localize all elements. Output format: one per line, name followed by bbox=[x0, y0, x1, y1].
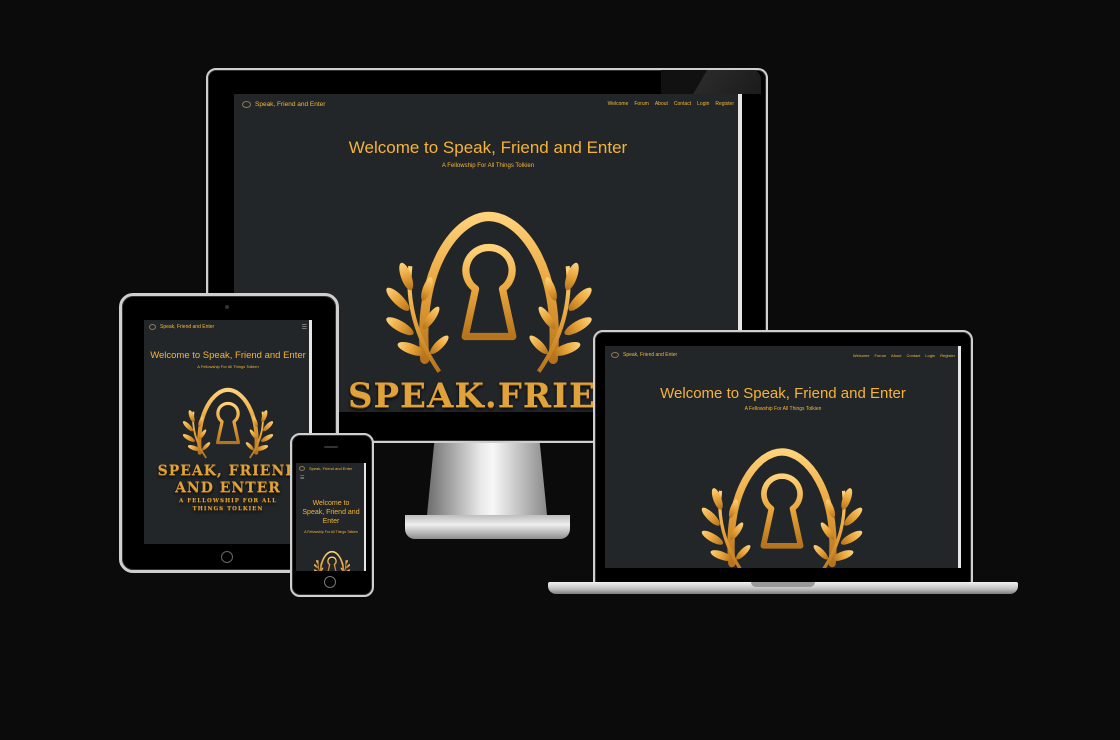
nav-forum[interactable]: Forum bbox=[874, 353, 886, 358]
scrollbar[interactable] bbox=[364, 463, 366, 571]
laptop-screen: Speak, Friend and Enter Welcome Forum Ab… bbox=[605, 346, 961, 568]
brand-name: Speak, Friend and Enter bbox=[160, 324, 215, 330]
phone-device: Speak, Friend and Enter ☰ Welcome to Spe… bbox=[290, 433, 374, 597]
hero-subtitle: A Fellowship For All Things Tolkien bbox=[197, 364, 259, 369]
tablet-brand[interactable]: Speak, Friend and Enter bbox=[149, 324, 214, 330]
hero-title: Welcome to Speak, Friend and Enter bbox=[348, 138, 628, 157]
hamburger-icon[interactable]: ☰ bbox=[302, 324, 307, 331]
hero-title-line2: Speak, Friend and bbox=[302, 509, 360, 516]
phone-navbar: Speak, Friend and Enter bbox=[296, 463, 366, 474]
hero-title: Welcome to Speak, Friend and Enter bbox=[150, 350, 306, 361]
monitor-stand bbox=[405, 443, 570, 539]
nav-login[interactable]: Login bbox=[925, 353, 935, 358]
brand-name: Speak, Friend and Enter bbox=[255, 100, 326, 108]
nav-register[interactable]: Register bbox=[715, 101, 734, 107]
brand-logo-icon bbox=[611, 352, 619, 358]
hero-title-line1: Welcome to bbox=[312, 500, 350, 507]
nav-links: Welcome Forum About Contact Login Regist… bbox=[608, 101, 734, 107]
brand-logo-icon bbox=[242, 100, 251, 108]
laptop-navbar: Speak, Friend and Enter Welcome Forum Ab… bbox=[605, 346, 961, 364]
laptop-device: Speak, Friend and Enter Welcome Forum Ab… bbox=[548, 330, 1020, 605]
nav-contact[interactable]: Contact bbox=[907, 353, 921, 358]
nav-register[interactable]: Register bbox=[940, 353, 955, 358]
nav-welcome[interactable]: Welcome bbox=[853, 353, 870, 358]
brand-logo-icon bbox=[149, 324, 156, 330]
hero-subtitle: A Fellowship For All Things Tolkien bbox=[441, 163, 535, 169]
brand-name: Speak, Friend and Enter bbox=[309, 466, 353, 471]
desktop-navbar: Speak, Friend and Enter Welcome Forum Ab… bbox=[234, 94, 742, 114]
navbar-brand[interactable]: Speak, Friend and Enter bbox=[242, 100, 326, 108]
logo-wordmark-line2: AND ENTER bbox=[175, 480, 281, 496]
navbar-brand[interactable]: Speak, Friend and Enter bbox=[611, 352, 677, 358]
nav-login[interactable]: Login bbox=[697, 101, 709, 107]
logo-wordmark-line1: SPEAK, FRIEND bbox=[157, 463, 299, 479]
nav-contact[interactable]: Contact bbox=[674, 101, 691, 107]
hamburger-icon[interactable]: ☰ bbox=[300, 475, 304, 481]
scrollbar[interactable] bbox=[958, 346, 961, 568]
phone-brand[interactable]: Speak, Friend and Enter bbox=[299, 466, 352, 471]
hero-subtitle: A Fellowship For All Things Tolkien bbox=[744, 406, 822, 412]
home-button[interactable] bbox=[221, 551, 233, 563]
keyhole-laurel-icon bbox=[312, 549, 352, 571]
nav-about[interactable]: About bbox=[891, 353, 901, 358]
keyhole-laurel-icon bbox=[693, 442, 871, 568]
logo-tagline-line2: THINGS TOLKIEN bbox=[192, 506, 264, 512]
logo-tagline-line1: A FELLOWSHIP FOR ALL bbox=[179, 498, 277, 504]
nav-forum[interactable]: Forum bbox=[634, 101, 648, 107]
nav-about[interactable]: About bbox=[655, 101, 668, 107]
hero-subtitle: A Fellowship For All Things Tolkien bbox=[304, 530, 358, 534]
hero-title: Welcome to Speak, Friend and Enter bbox=[660, 385, 906, 402]
nav-links: Welcome Forum About Contact Login Regist… bbox=[853, 353, 955, 358]
home-button[interactable] bbox=[324, 576, 336, 588]
brand-logo-icon bbox=[299, 466, 305, 471]
brand-name: Speak, Friend and Enter bbox=[623, 352, 678, 358]
nav-welcome[interactable]: Welcome bbox=[608, 101, 629, 107]
phone-screen: Speak, Friend and Enter ☰ Welcome to Spe… bbox=[296, 463, 366, 571]
keyhole-laurel-icon bbox=[178, 384, 278, 462]
tablet-screen: Speak, Friend and Enter ☰ Welcome to Spe… bbox=[144, 320, 312, 544]
tablet-navbar: Speak, Friend and Enter ☰ bbox=[144, 320, 312, 334]
hero-title-line3: Enter bbox=[322, 518, 340, 525]
